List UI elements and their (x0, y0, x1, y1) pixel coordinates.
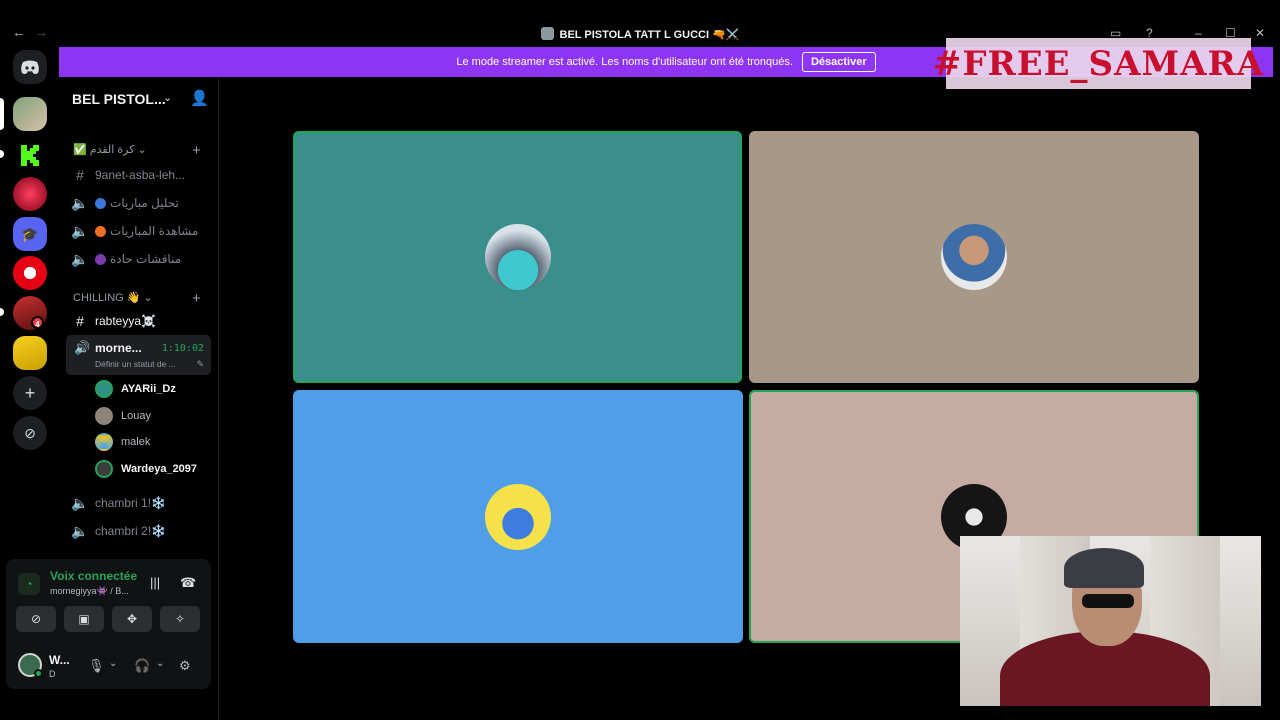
hash-icon: # (76, 313, 84, 329)
active-voice-channel[interactable]: 🔊 morne... 1:10:02 Définir un statut de … (66, 335, 211, 375)
server-thumb-icon (540, 27, 554, 40)
video-tile[interactable] (293, 390, 743, 643)
signal-icon[interactable]: ◔ (18, 573, 40, 595)
add-server-icon[interactable]: + (13, 376, 47, 410)
channel-item[interactable]: #9anet-asba-leh... (65, 162, 213, 188)
voice-status[interactable]: Définir un statut de ... (95, 359, 176, 369)
screen-share-button[interactable]: ▣ (64, 606, 104, 632)
camera-off-button[interactable]: ⊘ (16, 606, 56, 632)
voice-user[interactable]: Wardeya_2097 (95, 458, 197, 480)
voice-channel-item[interactable]: 🔈 مناقشات حادة (65, 246, 213, 272)
voice-user[interactable]: malek (95, 431, 150, 453)
voice-channel-item[interactable]: 🔈 chambri 2!❄️ (65, 518, 213, 544)
soundboard-button[interactable]: ✧ (160, 606, 200, 632)
category-football[interactable]: ✅ كرة القدم ⌄ (73, 143, 147, 156)
avatar (485, 483, 551, 550)
server-bel-pistola-icon[interactable] (13, 97, 47, 131)
webcam-cap (1064, 548, 1144, 588)
activities-button[interactable]: ✥ (112, 606, 152, 632)
speaker-icon: 🔈 (71, 194, 89, 211)
user-name[interactable]: W... (49, 653, 70, 667)
user-status: D (49, 669, 56, 679)
unread-pill-2 (0, 308, 4, 316)
voice-timer: 1:10:02 (161, 343, 204, 354)
text-channel-rabteyya[interactable]: # rabteyya☠️ (65, 308, 213, 334)
explore-compass-icon[interactable]: ⊘ (13, 416, 47, 450)
hash-icon: # (76, 167, 84, 183)
voice-channel-name: morne... (95, 341, 142, 355)
avatar (941, 224, 1007, 290)
speaker-icon: 🔊 (74, 340, 91, 355)
free-samara-overlay: #FREE_SAMARA (933, 38, 1263, 89)
chevron-down-icon[interactable]: ⌄ (109, 658, 117, 669)
add-channel-icon[interactable]: + (192, 290, 201, 307)
avatar (95, 407, 113, 425)
noise-suppression-icon[interactable]: ||| (150, 575, 160, 590)
add-channel-icon[interactable]: + (192, 142, 201, 159)
headphones-icon[interactable]: 🎧 (134, 658, 150, 674)
gear-icon[interactable]: ⚙ (179, 658, 191, 674)
avatar (95, 460, 113, 478)
banner-message: Le mode streamer est activé. Les noms d'… (456, 56, 793, 68)
pencil-icon[interactable]: ✎ (196, 359, 204, 370)
speaker-icon: 🔈 (71, 250, 89, 267)
speaker-icon: 🔈 (71, 222, 89, 239)
voice-panel: ◔ Voix connectée mornegiyya👾 / B... ||| … (6, 559, 211, 689)
speaker-icon: 🔈 (71, 494, 89, 511)
video-tile[interactable] (293, 131, 742, 383)
voice-user[interactable]: AYARii_Dz (95, 378, 176, 400)
server-kick-icon[interactable] (13, 137, 47, 171)
server-lol-icon[interactable] (13, 177, 47, 211)
server-name: BEL PISTOL... (72, 91, 166, 107)
disable-streamer-button[interactable]: Désactiver (801, 52, 876, 72)
voice-connected-subtitle[interactable]: mornegiyya👾 / B... (50, 586, 129, 597)
unread-pill (0, 150, 4, 158)
microphone-icon[interactable]: 🎙 (88, 658, 105, 674)
avatar (95, 433, 113, 451)
voice-channel-item[interactable]: 🔈 تحليل مباريات (65, 190, 213, 216)
chevron-down-icon: ⌄ (163, 92, 173, 104)
avatar (484, 224, 551, 290)
chevron-down-icon[interactable]: ⌄ (156, 658, 164, 669)
voice-connected-title: Voix connectée (50, 569, 138, 583)
server-tunisia-icon[interactable] (13, 256, 47, 290)
mention-badge: 4 (31, 316, 44, 329)
selected-server-pill (0, 98, 4, 130)
invite-user-icon[interactable]: 👤 (190, 89, 209, 107)
avatar (95, 380, 113, 398)
speaker-icon: 🔈 (71, 522, 89, 539)
video-tile[interactable] (749, 131, 1199, 383)
discord-home-icon[interactable] (13, 50, 47, 84)
disconnect-icon[interactable]: ☎ (180, 575, 196, 591)
voice-channel-item[interactable]: 🔈 chambri 1!❄️ (65, 490, 213, 516)
webcam-glasses (1082, 594, 1134, 608)
server-school-icon[interactable]: 🎓 (13, 217, 47, 251)
close-window-icon[interactable]: ✕ (1255, 26, 1265, 40)
server-cartoon-icon[interactable] (13, 336, 47, 370)
voice-user[interactable]: Louay (95, 405, 151, 427)
online-status-dot (34, 669, 43, 678)
server-header[interactable]: BEL PISTOL... ⌄ 👤 (59, 78, 219, 120)
category-chilling[interactable]: CHILLING 👋 ⌄ (73, 291, 153, 304)
voice-channel-item[interactable]: 🔈 مشاهدة المباريات (65, 218, 213, 244)
streamer-webcam (960, 536, 1261, 706)
